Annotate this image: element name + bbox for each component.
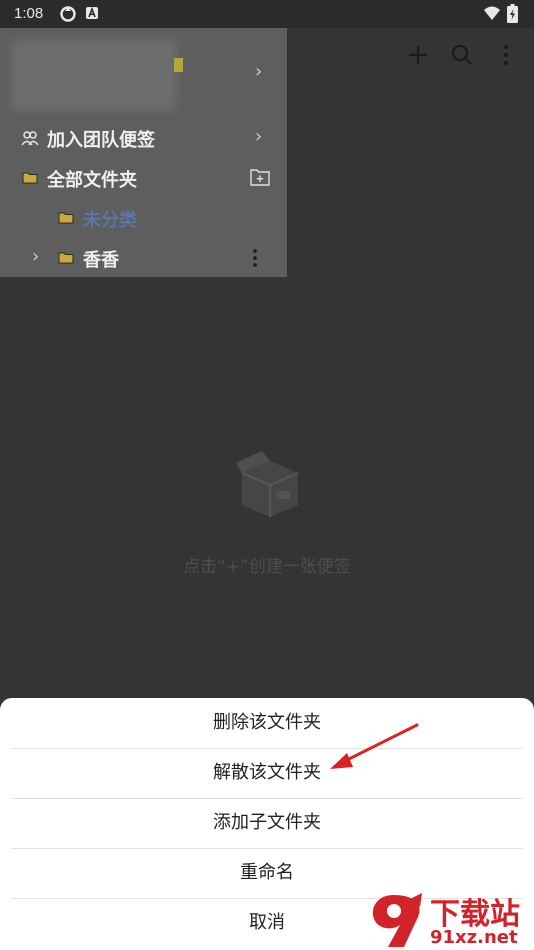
a-badge-icon bbox=[86, 6, 98, 19]
add-subfolder-button[interactable]: 添加子文件夹 bbox=[11, 798, 523, 849]
drawer-item-all-folders[interactable]: 全部文件夹 bbox=[0, 158, 287, 198]
chevron-right-icon[interactable]: › bbox=[255, 61, 262, 82]
search-icon[interactable] bbox=[449, 42, 475, 68]
new-folder-icon[interactable] bbox=[250, 168, 270, 186]
drawer-item-label: 加入团队便签 bbox=[47, 130, 155, 151]
wifi-icon bbox=[484, 6, 500, 20]
folder-icon bbox=[58, 252, 74, 264]
drawer-item-uncategorized[interactable]: 未分类 bbox=[0, 198, 287, 238]
sync-icon bbox=[60, 6, 76, 22]
drawer-item-folder[interactable]: › 香香 bbox=[0, 238, 287, 278]
watermark-url: 91xz.net bbox=[430, 927, 518, 948]
delete-folder-button[interactable]: 删除该文件夹 bbox=[11, 698, 523, 749]
battery-charging-icon bbox=[507, 4, 518, 23]
drawer-item-join-team[interactable]: 加入团队便签 › bbox=[0, 118, 287, 158]
drawer-item-label: 香香 bbox=[83, 250, 119, 271]
folder-icon bbox=[58, 212, 74, 224]
chevron-right-icon[interactable]: › bbox=[32, 246, 39, 267]
more-vertical-icon[interactable] bbox=[493, 42, 519, 68]
annotation-arrow-icon bbox=[330, 723, 419, 769]
status-bar: 1:08 bbox=[0, 0, 534, 28]
watermark-logo-icon bbox=[372, 893, 422, 947]
chevron-right-icon: › bbox=[255, 126, 263, 147]
more-vertical-icon[interactable] bbox=[251, 248, 259, 268]
team-icon bbox=[21, 131, 39, 146]
drawer-item-label: 全部文件夹 bbox=[47, 170, 137, 191]
folder-drawer: › 加入团队便签 › 全部文件夹 未分类 › 香香 bbox=[0, 28, 287, 277]
folder-icon bbox=[22, 172, 38, 184]
site-watermark: 下载站 91xz.net bbox=[364, 889, 534, 950]
drawer-item-label: 未分类 bbox=[83, 210, 137, 231]
plus-icon[interactable] bbox=[405, 42, 431, 68]
status-time: 1:08 bbox=[14, 5, 44, 22]
avatar[interactable] bbox=[12, 40, 176, 110]
disband-folder-button[interactable]: 解散该文件夹 bbox=[11, 748, 523, 799]
profile-badge bbox=[174, 58, 183, 72]
empty-state-hint: 点击“+”创建一张便签 bbox=[183, 557, 351, 577]
empty-box-illustration-icon bbox=[236, 451, 299, 517]
